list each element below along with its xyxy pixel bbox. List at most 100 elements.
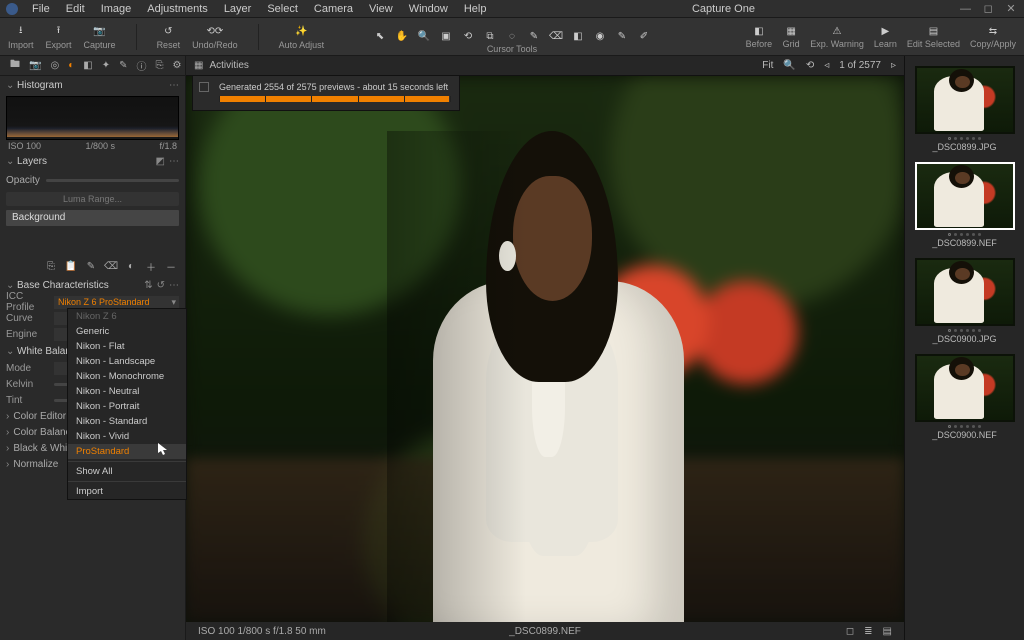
- crop-tool-icon[interactable]: ▣: [439, 29, 453, 43]
- histogram-header[interactable]: ⌄ Histogram ⋯: [0, 76, 185, 94]
- picker-tool-icon[interactable]: ✎: [615, 29, 629, 43]
- spot-tool-icon[interactable]: ◌: [505, 29, 519, 43]
- icc-menu-item-prostandard[interactable]: ProStandard: [68, 444, 186, 459]
- tab-metadata-icon[interactable]: ⓘ: [136, 59, 146, 72]
- undoredo-button[interactable]: ⟲⟳Undo/Redo: [192, 23, 238, 50]
- copyapply-button[interactable]: ⇆Copy/Apply: [970, 24, 1016, 49]
- menu-edit[interactable]: Edit: [58, 3, 93, 15]
- tab-library-icon[interactable]: 🖿: [10, 59, 20, 72]
- expwarn-button[interactable]: ⚠Exp. Warning: [810, 24, 864, 49]
- menu-image[interactable]: Image: [93, 3, 140, 15]
- delete-layer-icon[interactable]: －: [165, 260, 177, 272]
- icc-profile-menu[interactable]: Nikon Z 6 Generic Nikon - Flat Nikon - L…: [67, 308, 187, 500]
- pointer-tool-icon[interactable]: ⬉: [373, 29, 387, 43]
- thumbnail[interactable]: _DSC0900.NEF: [915, 354, 1015, 440]
- panel-menu-icon[interactable]: ⋯: [169, 280, 179, 291]
- opacity-slider[interactable]: [46, 179, 179, 182]
- tab-lens-icon[interactable]: ◎: [50, 59, 59, 72]
- histogram: [6, 96, 179, 140]
- activities-label[interactable]: Activities: [209, 60, 248, 71]
- panel-menu-icon[interactable]: ⋯: [169, 80, 179, 91]
- layer-background[interactable]: Background: [6, 210, 179, 226]
- zoom-tool-icon[interactable]: 🔍: [417, 29, 431, 43]
- icc-menu-import[interactable]: Import: [68, 484, 186, 499]
- reset-button[interactable]: ↺Reset: [157, 23, 181, 50]
- layers-header[interactable]: ⌄ Layers ◩⋯: [0, 152, 185, 170]
- capture-button[interactable]: 📷Capture: [84, 23, 116, 50]
- menu-file[interactable]: File: [24, 3, 58, 15]
- erase-tool-icon[interactable]: ⌫: [549, 29, 563, 43]
- hand-tool-icon[interactable]: ✋: [395, 29, 409, 43]
- import-button[interactable]: ⭳Import: [8, 23, 34, 50]
- tab-color-icon[interactable]: ◐: [68, 59, 74, 72]
- next-icon[interactable]: ▹: [891, 60, 896, 71]
- close-button[interactable]: ✕: [1004, 2, 1018, 15]
- autoadjust-button[interactable]: ✨Auto Adjust: [279, 23, 325, 50]
- editselected-button[interactable]: ▤Edit Selected: [907, 24, 960, 49]
- thumbnail-filename: _DSC0900.NEF: [915, 430, 1015, 440]
- reset-icon[interactable]: ↺: [157, 280, 165, 291]
- thumbnail[interactable]: _DSC0900.JPG: [915, 258, 1015, 344]
- menu-view[interactable]: View: [361, 3, 401, 15]
- keystone-tool-icon[interactable]: ⧉: [483, 29, 497, 43]
- menu-camera[interactable]: Camera: [306, 3, 361, 15]
- tab-output-icon[interactable]: ⎘: [155, 59, 163, 72]
- tab-styles-icon[interactable]: ✎: [119, 59, 127, 72]
- icc-menu-item[interactable]: Nikon - Standard: [68, 414, 186, 429]
- fit-icon[interactable]: Fit: [762, 60, 773, 71]
- tab-exposure-icon[interactable]: ◧: [83, 59, 92, 72]
- menu-window[interactable]: Window: [401, 3, 456, 15]
- menu-adjustments[interactable]: Adjustments: [139, 3, 216, 15]
- invert-icon[interactable]: ◐: [125, 260, 137, 272]
- more-icon[interactable]: ⋯: [169, 156, 179, 167]
- annotate-tool-icon[interactable]: ✐: [637, 29, 651, 43]
- learn-button[interactable]: ▶Learn: [874, 24, 897, 49]
- layout-icon[interactable]: ≣: [864, 626, 872, 637]
- icc-menu-showall[interactable]: Show All: [68, 464, 186, 479]
- activities-checkbox[interactable]: [199, 82, 209, 92]
- chevron-down-icon: ⌄: [6, 280, 14, 291]
- tab-capture-icon[interactable]: 📷: [29, 59, 41, 72]
- before-button[interactable]: ◧Before: [746, 24, 773, 49]
- rotate-ccw-icon[interactable]: ⟲: [806, 60, 814, 71]
- zoom-out-icon[interactable]: 🔍: [783, 60, 795, 71]
- icc-menu-item[interactable]: Nikon - Monochrome: [68, 369, 186, 384]
- menu-layer[interactable]: Layer: [216, 3, 260, 15]
- app-icon: [6, 3, 18, 15]
- grid-view-icon[interactable]: ▦: [194, 60, 203, 71]
- copy-icon[interactable]: ⎘: [45, 260, 57, 272]
- mask-icon[interactable]: ◩: [156, 156, 165, 167]
- tab-details-icon[interactable]: ✦: [102, 59, 110, 72]
- tab-adjust-icon[interactable]: ⚙: [172, 59, 181, 72]
- rotate-tool-icon[interactable]: ⟲: [461, 29, 475, 43]
- browser-toggle-icon[interactable]: ▤: [883, 626, 892, 637]
- maximize-button[interactable]: ◻: [981, 2, 995, 15]
- brush-icon[interactable]: ✎: [85, 260, 97, 272]
- icc-menu-item[interactable]: Nikon - Neutral: [68, 384, 186, 399]
- minimize-button[interactable]: —: [958, 3, 972, 15]
- gradient-tool-icon[interactable]: ◧: [571, 29, 585, 43]
- icc-menu-item[interactable]: Nikon - Flat: [68, 339, 186, 354]
- icc-menu-item[interactable]: Generic: [68, 324, 186, 339]
- thumbnail[interactable]: _DSC0899.JPG: [915, 66, 1015, 152]
- icc-menu-item[interactable]: Nikon - Vivid: [68, 429, 186, 444]
- icc-profile-dropdown[interactable]: Nikon Z 6 ProStandard: [54, 296, 179, 309]
- thumbnail[interactable]: _DSC0899.NEF: [915, 162, 1015, 248]
- proof-icon[interactable]: ◻: [846, 626, 854, 637]
- export-button[interactable]: ⭱Export: [46, 23, 72, 50]
- radial-tool-icon[interactable]: ◉: [593, 29, 607, 43]
- grid-button[interactable]: ▦Grid: [782, 24, 800, 49]
- engine-label: Engine: [6, 329, 54, 340]
- luma-range-button[interactable]: Luma Range...: [6, 192, 179, 206]
- add-layer-icon[interactable]: ＋: [145, 260, 157, 272]
- menu-select[interactable]: Select: [259, 3, 306, 15]
- mask-tool-icon[interactable]: ✎: [527, 29, 541, 43]
- eraser-icon[interactable]: ⌫: [105, 260, 117, 272]
- icc-menu-item[interactable]: Nikon - Landscape: [68, 354, 186, 369]
- menu-help[interactable]: Help: [456, 3, 495, 15]
- viewer-image[interactable]: × Generated 2554 of 2575 previews - abou…: [186, 76, 904, 622]
- copy-adjust-icon[interactable]: ⇅: [144, 280, 152, 291]
- prev-icon[interactable]: ◃: [824, 60, 829, 71]
- paste-icon[interactable]: 📋: [65, 260, 77, 272]
- icc-menu-item[interactable]: Nikon - Portrait: [68, 399, 186, 414]
